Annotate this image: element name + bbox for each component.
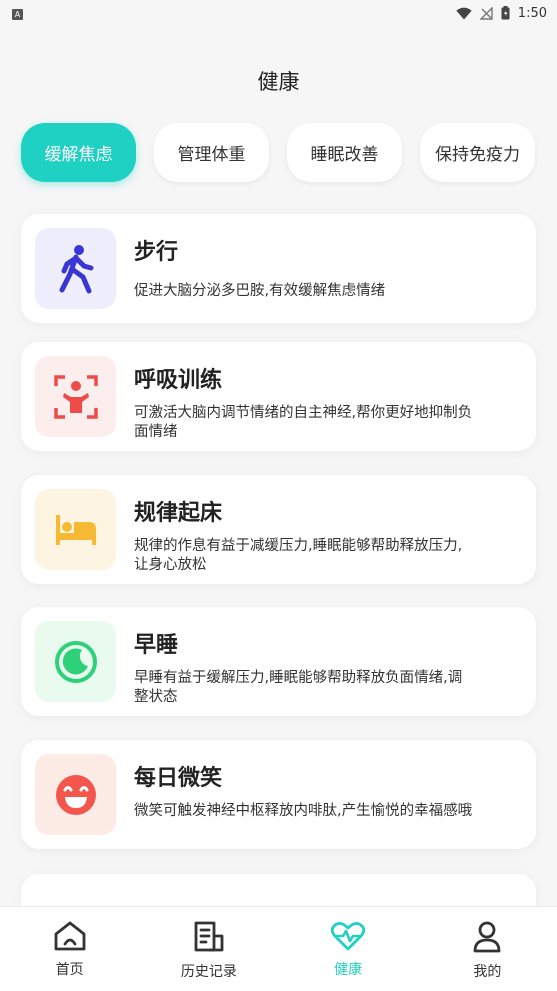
card-desc: 规律的作息有益于减缓压力,睡眠能够帮助释放压力,让身心放松 [134, 538, 463, 573]
bottom-nav: 首页 历史记录 健康 我的 [0, 906, 557, 991]
card-early-sleep[interactable]: 早睡 早睡有益于缓解压力,睡眠能够帮助释放负面情绪,调整状态 [21, 607, 536, 716]
card-regular-wake[interactable]: 规律起床 规律的作息有益于减缓压力,睡眠能够帮助释放压力,让身心放松 [21, 475, 536, 584]
card-title: 规律起床 [134, 501, 223, 526]
nav-label: 历史记录 [180, 964, 237, 980]
nav-history[interactable]: 历史记录 [139, 907, 278, 991]
card-icon-wrap [35, 621, 116, 702]
walking-person-icon [59, 244, 93, 293]
nav-profile[interactable]: 我的 [418, 907, 557, 991]
card-title: 每日微笑 [134, 766, 223, 791]
tab-manage-weight[interactable]: 管理体重 [154, 123, 269, 182]
card-walking[interactable]: 步行 促进大脑分泌多巴胺,有效缓解焦虑情绪 [21, 214, 536, 323]
category-tabs: 缓解焦虑 管理体重 睡眠改善 保持免疫力 [21, 123, 535, 182]
status-time: 1:50 [517, 5, 547, 21]
smile-icon [55, 774, 96, 815]
card-title: 呼吸训练 [134, 368, 223, 393]
no-signal-icon [479, 6, 493, 20]
history-icon [194, 921, 224, 952]
tab-keep-immunity[interactable]: 保持免疫力 [420, 123, 535, 182]
nav-label: 健康 [334, 962, 363, 978]
card-icon-wrap [35, 228, 116, 309]
card-title: 早睡 [134, 633, 179, 658]
card-desc: 早睡有益于缓解压力,睡眠能够帮助释放负面情绪,调整状态 [134, 670, 463, 705]
card-breathing[interactable]: 呼吸训练 可激活大脑内调节情绪的自主神经,帮你更好地抑制负面情绪 [21, 342, 536, 451]
notification-a-icon: A [12, 8, 23, 20]
nav-label: 我的 [473, 964, 502, 980]
status-right: 1:50 [456, 6, 547, 21]
status-left: A [12, 6, 23, 21]
card-desc: 微笑可触发神经中枢释放内啡肽,产生愉悦的幸福感哦 [134, 803, 473, 819]
card-icon-wrap [35, 754, 116, 835]
tab-improve-sleep[interactable]: 睡眠改善 [287, 123, 402, 182]
home-icon [54, 921, 86, 951]
nav-health[interactable]: 健康 [279, 907, 418, 991]
user-icon [473, 921, 501, 953]
nav-home[interactable]: 首页 [0, 907, 139, 991]
nav-label: 首页 [55, 962, 84, 978]
card-icon-wrap [35, 489, 116, 570]
card-desc: 促进大脑分泌多巴胺,有效缓解焦虑情绪 [134, 283, 386, 299]
heart-pulse-icon [331, 922, 366, 951]
tab-relieve-anxiety[interactable]: 缓解焦虑 [21, 123, 136, 182]
card-icon-wrap [35, 356, 116, 437]
battery-icon [501, 6, 510, 20]
card-daily-smile[interactable]: 每日微笑 微笑可触发神经中枢释放内啡肽,产生愉悦的幸福感哦 [21, 740, 536, 849]
bed-icon [55, 514, 96, 545]
wifi-icon [456, 7, 472, 19]
card-title: 步行 [134, 240, 179, 265]
page-title: 健康 [257, 70, 300, 94]
card-desc: 可激活大脑内调节情绪的自主神经,帮你更好地抑制负面情绪 [134, 405, 473, 440]
moon-icon [54, 640, 97, 683]
status-bar: A 1:50 [0, 0, 557, 26]
breathing-person-icon [53, 374, 98, 419]
